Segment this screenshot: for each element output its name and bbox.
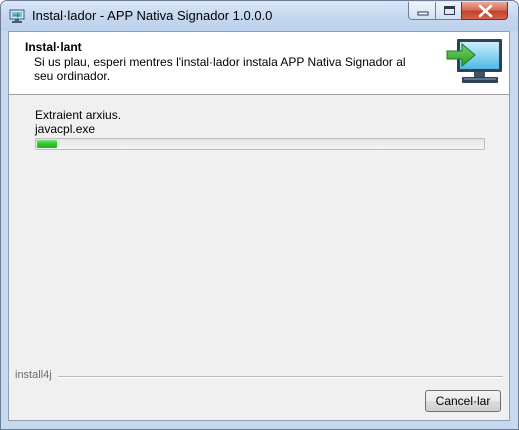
installer-window: Instal·lador - APP Nativa Signador 1.0.0… — [0, 0, 519, 430]
close-icon — [478, 4, 493, 18]
brand-separator: install4j — [15, 369, 503, 383]
progress-fill — [37, 140, 58, 148]
progress-bar — [35, 138, 485, 150]
maximize-icon — [444, 6, 455, 15]
client-area: Instal·lant Si us plau, esperi mentres l… — [8, 31, 510, 421]
cancel-button[interactable]: Cancel·lar — [425, 390, 501, 412]
separator-line — [15, 376, 503, 378]
status-text: Extraient arxius. — [35, 108, 122, 122]
header-panel: Instal·lant Si us plau, esperi mentres l… — [9, 32, 509, 95]
minimize-icon — [417, 11, 429, 16]
page-description: Si us plau, esperi mentres l'instal·lado… — [34, 55, 406, 83]
current-file-text: javacpl.exe — [35, 122, 96, 136]
close-button[interactable] — [461, 2, 508, 20]
minimize-button[interactable] — [408, 2, 436, 20]
maximize-button[interactable] — [435, 2, 462, 20]
brand-label: install4j — [15, 369, 58, 381]
app-icon — [9, 8, 25, 24]
title-bar[interactable]: Instal·lador - APP Nativa Signador 1.0.0… — [1, 1, 518, 31]
window-title: Instal·lador - APP Nativa Signador 1.0.0… — [32, 8, 273, 23]
computer-install-icon — [445, 37, 505, 89]
page-title: Instal·lant — [25, 40, 82, 54]
